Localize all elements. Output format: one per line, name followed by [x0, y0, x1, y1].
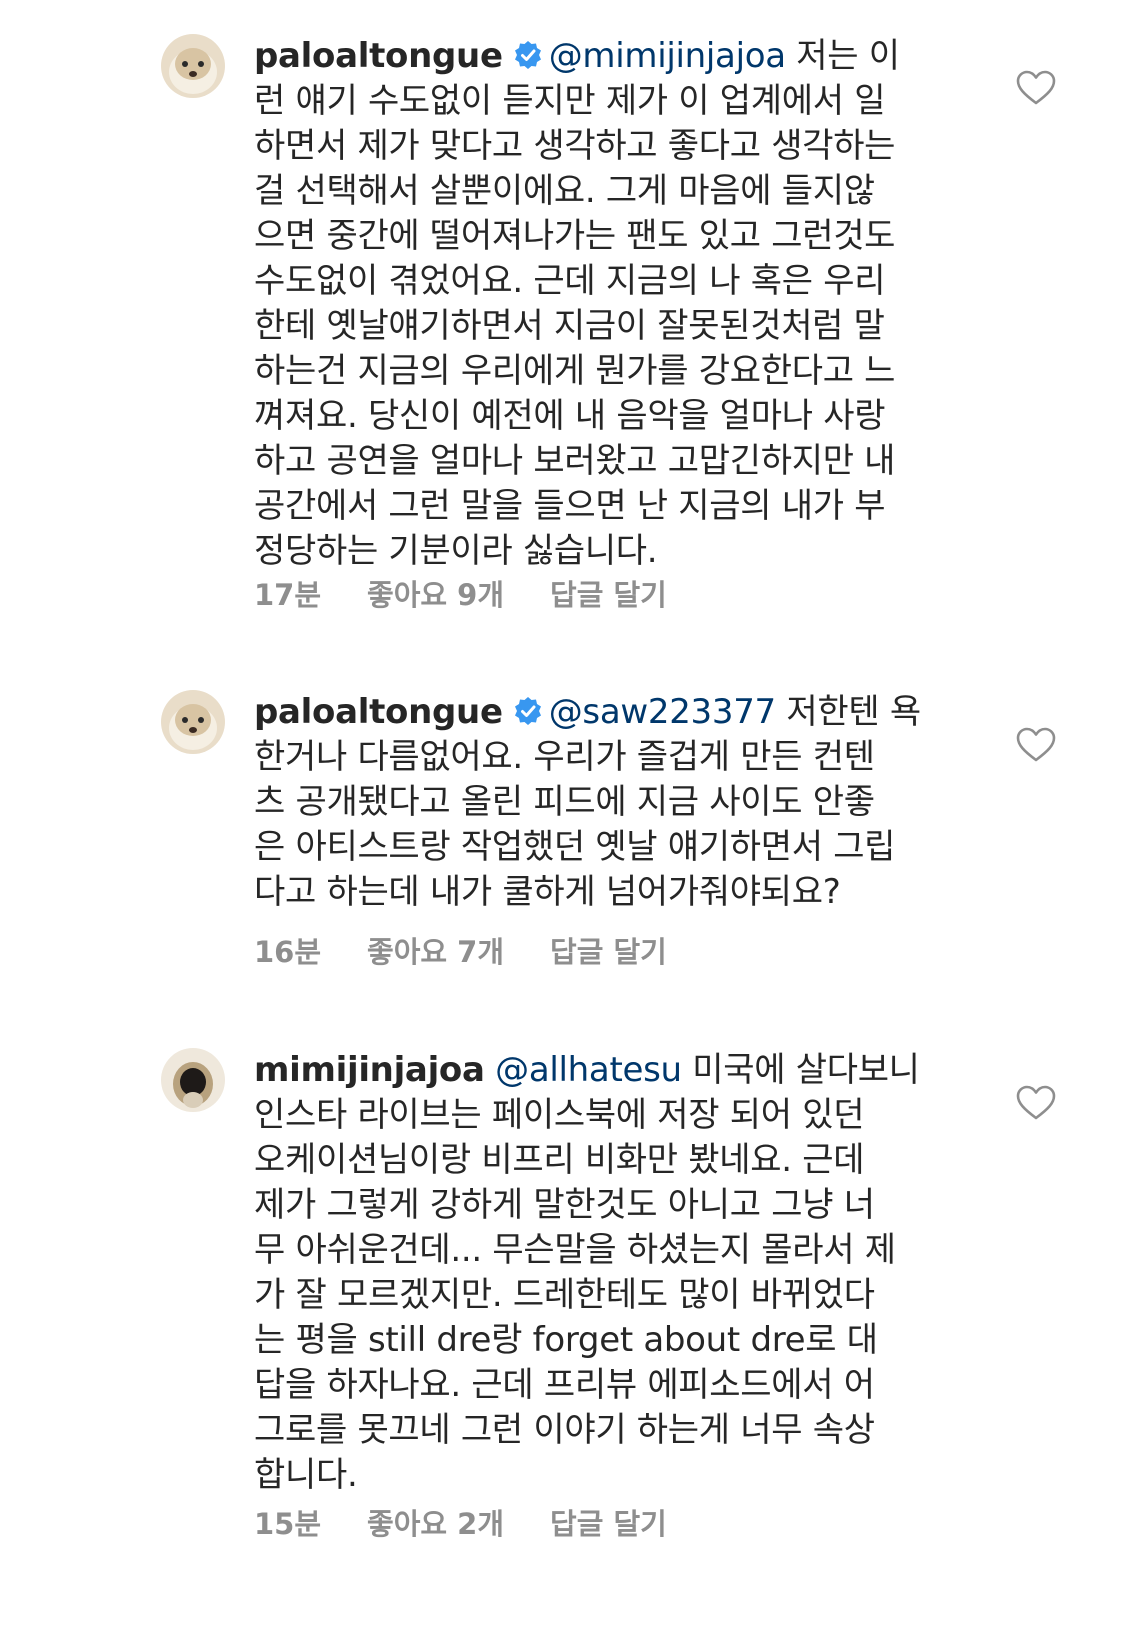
comment-line: 츠 공개됐다고 올린 피드에 지금 사이도 안좋	[254, 782, 875, 822]
like-button[interactable]	[1016, 1085, 1056, 1121]
comment-time: 16분	[254, 935, 322, 969]
comment-line: 오케이션님이랑 비프리 비화만 봤네요. 근데	[254, 1140, 865, 1180]
comment-line: 그로를 못끄네 그런 이야기 하는게 너무 속상	[254, 1410, 875, 1450]
comment-line: 합니다.	[254, 1455, 358, 1495]
comment-line: 다고 하는데 내가 쿨하게 넘어가줘야되요?	[254, 872, 841, 912]
avatar[interactable]	[161, 690, 225, 754]
comment-line: 껴져요. 당신이 예전에 내 음악을 얼마나 사랑	[254, 396, 886, 436]
comment-time: 15분	[254, 1507, 322, 1541]
avatar[interactable]	[161, 34, 225, 98]
comment-line: 저한텐 욕	[786, 692, 921, 732]
username[interactable]: paloaltongue	[254, 692, 503, 732]
like-button[interactable]	[1016, 727, 1056, 763]
comment-line: 무 아쉬운건데... 무슨말을 하셨는지 몰라서 제	[254, 1230, 896, 1270]
comment-meta: 17분 좋아요 9개 답글 달기	[254, 572, 713, 614]
comment-line: 미국에 살다보니	[692, 1050, 920, 1090]
verified-badge-icon	[513, 693, 543, 725]
likes-count-button[interactable]: 좋아요 9개	[367, 572, 504, 614]
comment-line: 한거나 다름없어요. 우리가 즐겁게 만든 컨텐	[254, 737, 875, 777]
comment-line: 정당하는 기분이라 싫습니다.	[254, 531, 658, 571]
reply-button[interactable]: 답글 달기	[550, 1501, 667, 1543]
username[interactable]: mimijinjajoa	[254, 1050, 485, 1090]
avatar[interactable]	[161, 1048, 225, 1112]
comment-text: paloaltongue @mimijinjajoa 저는 이 런 얘기 수도없이…	[254, 34, 954, 574]
comment-text: mimijinjajoa @allhatesu 미국에 살다보니 인스타 라이브…	[254, 1048, 954, 1498]
mention-link[interactable]: @saw223377	[549, 692, 776, 732]
comment-time: 17분	[254, 578, 322, 612]
comment-line: 공간에서 그런 말을 들으면 난 지금의 내가 부	[254, 486, 886, 526]
comment-line: 답을 하자나요. 근데 프리뷰 에피소드에서 어	[254, 1365, 875, 1405]
reply-button[interactable]: 답글 달기	[550, 572, 667, 614]
comment-line: 제가 그렇게 강하게 말한것도 아니고 그냥 너	[254, 1185, 875, 1225]
username[interactable]: paloaltongue	[254, 36, 503, 76]
comment-line: 은 아티스트랑 작업했던 옛날 얘기하면서 그립	[254, 827, 896, 867]
comment-line: 한테 옛날얘기하면서 지금이 잘못된것처럼 말	[254, 306, 885, 346]
comment-line: 걸 선택해서 살뿐이에요. 그게 마음에 들지않	[254, 171, 875, 211]
comment-line: 하고 공연을 얼마나 보러왔고 고맙긴하지만 내	[254, 441, 896, 481]
comment-meta: 16분 좋아요 7개 답글 달기	[254, 929, 713, 971]
heart-outline-icon	[1016, 727, 1056, 762]
comment-text: paloaltongue @saw223377 저한텐 욕 한거나 다름없어요. …	[254, 690, 954, 915]
heart-outline-icon	[1016, 1085, 1056, 1120]
comment-line: 수도없이 겪었어요. 근데 지금의 나 혹은 우리	[254, 261, 886, 301]
comment-line: 런 얘기 수도없이 듣지만 제가 이 업계에서 일	[254, 81, 886, 121]
reply-button[interactable]: 답글 달기	[550, 929, 667, 971]
comment-line: 하는건 지금의 우리에게 뭔가를 강요한다고 느	[254, 351, 896, 391]
comment-meta: 15분 좋아요 2개 답글 달기	[254, 1501, 713, 1543]
like-button[interactable]	[1016, 70, 1056, 106]
comment-line: 인스타 라이브는 페이스북에 저장 되어 있던	[254, 1095, 865, 1135]
mention-link[interactable]: @allhatesu	[495, 1050, 682, 1090]
likes-count-button[interactable]: 좋아요 7개	[367, 929, 504, 971]
mention-link[interactable]: @mimijinjajoa	[549, 36, 786, 76]
heart-outline-icon	[1016, 70, 1056, 105]
comment-line: 으면 중간에 떨어져나가는 팬도 있고 그런것도	[254, 216, 896, 256]
likes-count-button[interactable]: 좋아요 2개	[367, 1501, 504, 1543]
comment-line: 가 잘 모르겠지만. 드레한테도 많이 바뀌었다	[254, 1275, 875, 1315]
comment-line: 는 평을 still dre랑 forget about dre로 대	[254, 1320, 878, 1360]
comment-line: 저는 이	[796, 36, 900, 76]
verified-badge-icon	[513, 37, 543, 69]
comment-line: 하면서 제가 맞다고 생각하고 좋다고 생각하는	[254, 126, 896, 166]
